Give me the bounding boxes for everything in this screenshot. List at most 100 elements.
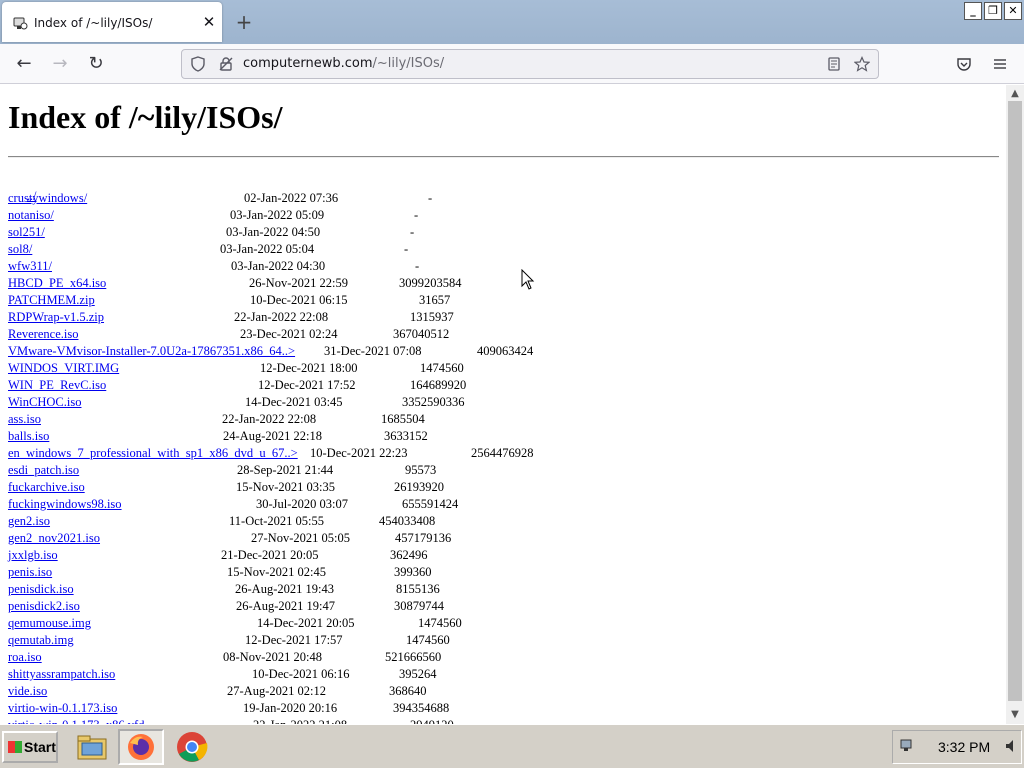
url-path: /~lily/ISOs/ [372,56,445,71]
file-link[interactable]: gen2.iso [8,514,50,528]
file-date: 24-Aug-2021 22:18 [223,429,322,443]
scroll-up-icon[interactable]: ▲ [1006,87,1024,101]
file-link[interactable]: penisdick.iso [8,582,74,596]
file-link[interactable]: fuckingwindows98.iso [8,497,122,511]
mouse-cursor-icon [521,269,535,290]
file-size: 1474560 [406,633,450,647]
file-explorer-icon[interactable] [74,729,110,765]
file-listing: ../ crustywindows/02-Jan-2022 07:36- nota… [8,174,534,724]
divider [8,156,999,158]
file-date: 26-Aug-2021 19:47 [236,599,335,613]
file-size: 394354688 [393,701,450,715]
file-size: 26193920 [394,480,444,494]
lock-insecure-icon[interactable] [218,56,234,72]
list-item: ass.iso 22-Jan-2022 22:08 1685504 [8,412,425,429]
file-link[interactable]: sol8/ [8,242,32,256]
reader-view-icon[interactable] [826,56,842,72]
file-link[interactable]: RDPWrap-v1.5.zip [8,310,104,324]
file-size: 1474560 [418,616,462,630]
file-link[interactable]: sol251/ [8,225,45,239]
file-link[interactable]: penisdick2.iso [8,599,80,613]
file-link[interactable]: WinCHOC.iso [8,395,81,409]
new-tab-button[interactable]: + [234,12,254,32]
chrome-icon[interactable] [174,729,210,765]
file-date: 19-Jan-2020 20:16 [243,701,338,715]
file-link[interactable]: gen2_nov2021.iso [8,531,100,545]
file-link[interactable]: qemutab.img [8,633,74,647]
list-item: penisdick2.iso 26-Aug-2021 19:47 30879744 [8,599,444,616]
tab-active[interactable]: Index of /~lily/ISOs/ ✕ [2,2,222,42]
file-size: 521666560 [385,650,442,664]
file-link[interactable]: esdi_patch.iso [8,463,79,477]
file-size: 1315937 [410,310,454,324]
firefox-taskbar-button[interactable] [118,729,164,765]
file-size: - [410,225,415,239]
file-date: 11-Oct-2021 05:55 [229,514,325,528]
file-link[interactable]: notaniso/ [8,208,54,222]
scroll-down-icon[interactable]: ▼ [1006,708,1024,722]
file-date: 15-Nov-2021 03:35 [236,480,335,494]
file-link[interactable]: qemumouse.img [8,616,91,630]
menu-hamburger-icon[interactable] [992,56,1008,72]
file-link[interactable]: wfw311/ [8,259,52,273]
bookmark-star-icon[interactable] [854,56,870,72]
file-date: 14-Dec-2021 03:45 [245,395,343,409]
list-item: sol8/03-Jan-2022 05:04 - [8,242,408,259]
file-date: 03-Jan-2022 05:09 [230,208,325,222]
file-link[interactable]: virtio-win-0.1.173.iso [8,701,117,715]
url-host: computernewb.com [243,56,373,71]
url-bar[interactable]: computernewb.com/~lily/ISOs/ [181,49,879,79]
scroll-thumb[interactable] [1008,101,1022,701]
file-size: 1685504 [381,412,425,426]
firefox-icon [128,734,154,760]
pocket-icon[interactable] [956,56,972,72]
close-window-button[interactable]: ✕ [1004,2,1022,20]
file-link[interactable]: PATCHMEM.zip [8,293,95,307]
tab-close-icon[interactable]: ✕ [200,13,218,31]
file-link[interactable]: shittyassrampatch.iso [8,667,115,681]
file-link[interactable]: VMware-VMvisor-Installer-7.0U2a-17867351… [8,344,295,358]
file-date: 26-Aug-2021 19:43 [235,582,334,596]
file-size: 3099203584 [399,276,462,290]
reload-button[interactable]: ↻ [84,52,108,76]
start-button[interactable]: Start [2,731,58,763]
file-link[interactable]: jxxlgb.iso [8,548,58,562]
list-item: crustywindows/02-Jan-2022 07:36 - [8,191,432,208]
file-link[interactable]: Reverence.iso [8,327,78,341]
list-item: balls.iso 24-Aug-2021 22:18 3633152 [8,429,428,446]
file-link[interactable]: HBCD_PE_x64.iso [8,276,106,290]
url-text[interactable]: computernewb.com/~lily/ISOs/ [243,56,444,71]
file-date: 31-Dec-2021 07:08 [324,344,422,358]
file-link[interactable]: WINDOS_VIRT.IMG [8,361,119,375]
minimize-button[interactable]: _ [964,2,982,20]
back-button[interactable]: ← [12,52,36,76]
list-item: en_windows_7_professional_with_sp1_x86_d… [8,446,534,463]
shield-icon[interactable] [190,56,206,72]
file-date: 26-Nov-2021 22:59 [249,276,348,290]
list-item: wfw311/03-Jan-2022 04:30 - [8,259,419,276]
file-link[interactable]: penis.iso [8,565,52,579]
file-date: 27-Aug-2021 02:12 [227,684,326,698]
file-date: 02-Jan-2022 07:36 [244,191,339,205]
file-date: 03-Jan-2022 04:50 [226,225,321,239]
list-item: WIN_PE_RevC.iso 12-Dec-2021 17:52 16468992… [8,378,466,395]
parent-dir-row: ../ [8,174,298,203]
file-size: - [415,259,420,273]
restore-button[interactable]: ❐ [984,2,1002,20]
file-link[interactable]: WIN_PE_RevC.iso [8,378,106,392]
file-date: 10-Dec-2021 06:15 [250,293,348,307]
volume-icon[interactable] [1004,739,1020,753]
file-link[interactable]: crustywindows/ [8,191,87,205]
file-link[interactable]: balls.iso [8,429,49,443]
forward-button[interactable]: → [48,52,72,76]
file-link[interactable]: fuckarchive.iso [8,480,85,494]
file-link[interactable]: en_windows_7_professional_with_sp1_x86_d… [8,446,298,460]
file-link[interactable]: vide.iso [8,684,47,698]
file-link[interactable]: roa.iso [8,650,42,664]
file-size: 3352590336 [402,395,465,409]
network-icon[interactable] [900,739,916,753]
list-item: VMware-VMvisor-Installer-7.0U2a-17867351… [8,344,533,361]
vertical-scrollbar[interactable]: ▲ ▼ [1006,85,1024,724]
file-link[interactable]: ass.iso [8,412,41,426]
list-item: WinCHOC.iso 14-Dec-2021 03:45 3352590336 [8,395,465,412]
